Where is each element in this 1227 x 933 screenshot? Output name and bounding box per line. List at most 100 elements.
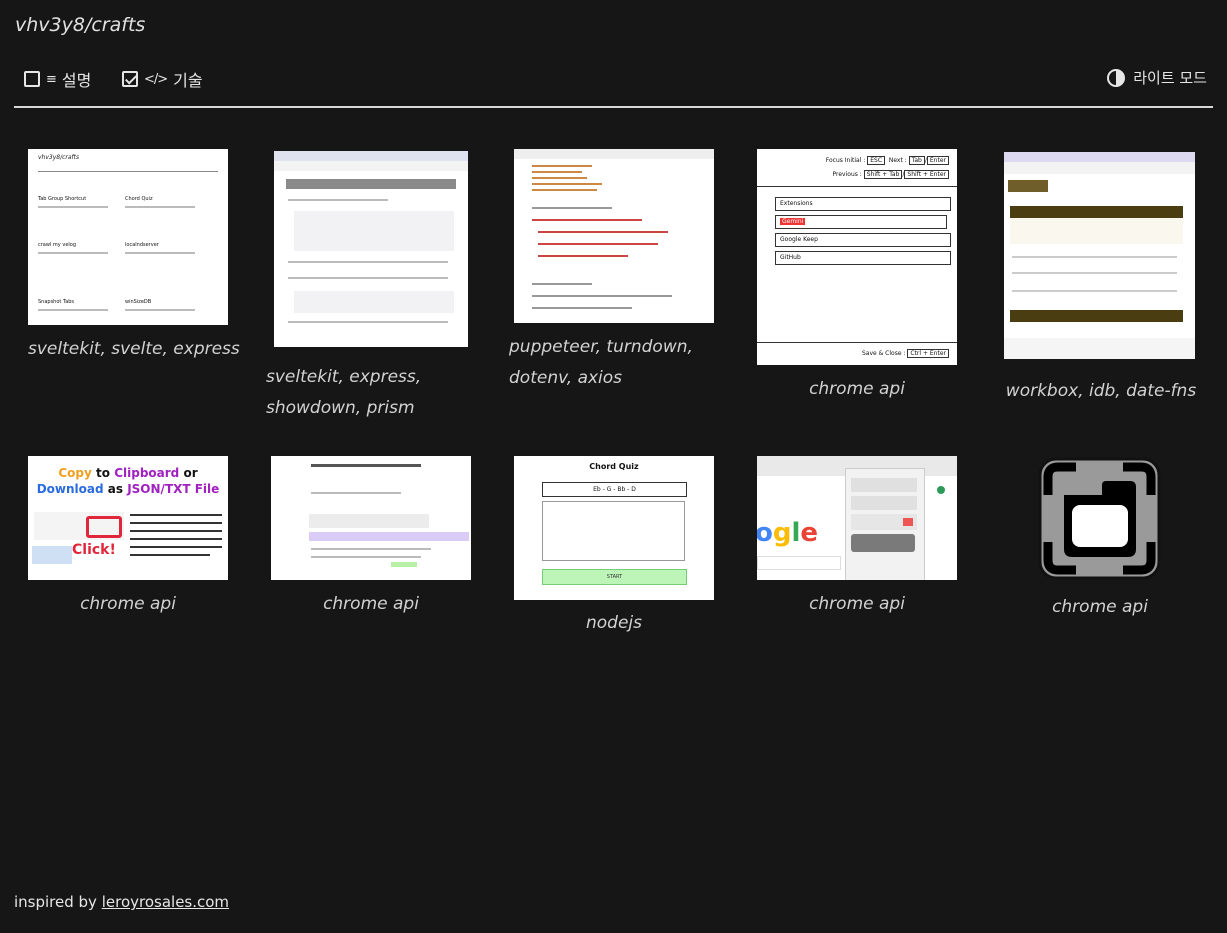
- thumb-popup-row: [851, 496, 917, 510]
- caption-line: dotenv, axios: [509, 368, 623, 388]
- thumb-text-line: [125, 309, 195, 311]
- thumb-search-box: [757, 556, 841, 570]
- checkbox-icon[interactable]: [24, 71, 40, 87]
- tech-label: 기술: [173, 71, 203, 90]
- thumb-shortcut: Focus Initial : ESC Next : Tab / Enter: [826, 156, 949, 165]
- project-thumbnail[interactable]: Copy to Clipboard or Download as JSON/TX…: [28, 456, 228, 580]
- caption-line: workbox, idb, date-fns: [1005, 381, 1197, 401]
- thumb-click-label: Click!: [72, 542, 116, 558]
- thumb-text-line: [1012, 256, 1177, 258]
- app-title[interactable]: vhv3y8/crafts: [15, 14, 145, 36]
- project-thumbnail[interactable]: [1038, 457, 1161, 580]
- thumb-text-line: [1012, 272, 1177, 274]
- project-thumbnail[interactable]: [1004, 152, 1195, 359]
- thumb-text-line: [1012, 290, 1177, 292]
- thumb-headline: Download as JSON/TXT File: [36, 482, 220, 496]
- thumb-rule: [38, 171, 218, 172]
- thumb-list: [32, 546, 72, 564]
- thumb-code-block: [294, 291, 454, 313]
- thumb-week-header: [1010, 310, 1183, 322]
- caption-line: sveltekit, express,: [266, 367, 422, 387]
- code-line: [538, 243, 658, 245]
- thumb-text-line: [130, 546, 222, 548]
- thumb-item: Gemini: [775, 215, 947, 229]
- project-thumbnail[interactable]: [514, 149, 714, 323]
- text-lines-icon: ≡: [46, 71, 57, 87]
- code-line: [532, 177, 587, 179]
- thumb-item: Extensions: [775, 197, 951, 211]
- footer-link[interactable]: leroyrosales.com: [102, 893, 229, 911]
- thumb-text-line: [288, 261, 448, 263]
- thumb-item: winSizeDB: [125, 299, 152, 305]
- footer-prefix: inspired by: [14, 893, 97, 911]
- thumb-chord-display: Eb - G - Bb - D: [542, 482, 687, 497]
- thumb-text-line: [130, 554, 210, 556]
- tech-caption: chrome api: [1000, 592, 1200, 623]
- browser-addressbar: [1004, 162, 1195, 174]
- caption-line: puppeteer, turndown,: [509, 337, 693, 357]
- thumb-text-line: [288, 277, 448, 279]
- thumb-text-line: [125, 252, 195, 254]
- caption-line: chrome api: [1052, 597, 1148, 617]
- thumb-rule: [757, 342, 957, 343]
- code-line: [532, 171, 582, 173]
- caption-line: chrome api: [323, 594, 419, 614]
- thumb-text-line: [130, 514, 222, 516]
- code-line: [532, 219, 642, 221]
- thumb-item: Snapshot Tabs: [38, 299, 75, 305]
- project-thumbnail[interactable]: [271, 456, 471, 580]
- tech-caption: chrome api: [757, 374, 957, 405]
- thumb-delete-icon: [903, 518, 913, 526]
- editor-tab: [514, 149, 714, 159]
- thumb-save-button: [851, 534, 915, 552]
- project-thumbnail[interactable]: [274, 151, 468, 347]
- divider: [14, 106, 1213, 108]
- code-line: [532, 189, 597, 191]
- description-label: 설명: [61, 71, 92, 90]
- thumb-item: Chord Quiz: [125, 196, 153, 202]
- theme-label: 라이트 모드: [1133, 69, 1207, 87]
- thumb-code-block: [294, 211, 454, 251]
- checkbox-icon[interactable]: [122, 71, 138, 87]
- code-line: [532, 183, 602, 185]
- thumb-text-line: [311, 548, 431, 550]
- caption-line: nodejs: [585, 613, 642, 633]
- tech-caption: nodejs: [514, 608, 714, 639]
- thumb-text-line: [130, 538, 222, 540]
- half-moon-icon: [1107, 68, 1126, 87]
- thumb-bottom-nav: [1004, 338, 1195, 359]
- project-thumbnail[interactable]: Chord Quiz Eb - G - Bb - D START: [514, 456, 714, 600]
- project-thumbnail[interactable]: ogle: [757, 456, 957, 580]
- project-thumbnail[interactable]: Focus Initial : ESC Next : Tab / Enter Pre…: [757, 149, 957, 365]
- caption-line: chrome api: [809, 594, 905, 614]
- tech-caption: chrome api: [271, 589, 471, 620]
- thumb-rule: [757, 186, 957, 187]
- project-thumbnail[interactable]: vhv3y8/crafts Tab Group Shortcut Chord Q…: [28, 149, 228, 325]
- thumb-green-mark: [391, 562, 417, 567]
- thumb-highlight: [86, 516, 122, 538]
- code-line: [532, 295, 672, 297]
- tech-caption: workbox, idb, date-fns: [1001, 376, 1201, 407]
- thumb-shortcut: Save & Close : Ctrl + Enter: [862, 349, 949, 358]
- thumb-highlight-row: [309, 532, 469, 541]
- toggle-tech[interactable]: </> 기술: [122, 67, 203, 91]
- thumb-text-line: [125, 206, 195, 208]
- browser-tabbar: [1004, 152, 1195, 162]
- thumb-text-line: [311, 464, 421, 467]
- thumb-item: GitHub: [775, 251, 951, 265]
- thumb-week-header: [1010, 206, 1183, 218]
- thumb-text-line: [130, 530, 222, 532]
- code-line: [532, 165, 592, 167]
- tech-caption: chrome api: [28, 589, 228, 620]
- caption-line: sveltekit, svelte, express: [28, 339, 240, 359]
- thumb-text-line: [38, 206, 108, 208]
- code-line: [532, 283, 592, 285]
- caption-line: chrome api: [809, 379, 905, 399]
- caption-line: chrome api: [80, 594, 176, 614]
- thumb-week-grid: [1010, 218, 1183, 244]
- caption-line: showdown, prism: [266, 398, 415, 418]
- toggle-description[interactable]: ≡ 설명: [24, 67, 91, 91]
- thumb-text-line: [311, 556, 421, 558]
- theme-toggle-button[interactable]: 라이트 모드: [1107, 67, 1207, 88]
- code-icon: </>: [144, 71, 168, 87]
